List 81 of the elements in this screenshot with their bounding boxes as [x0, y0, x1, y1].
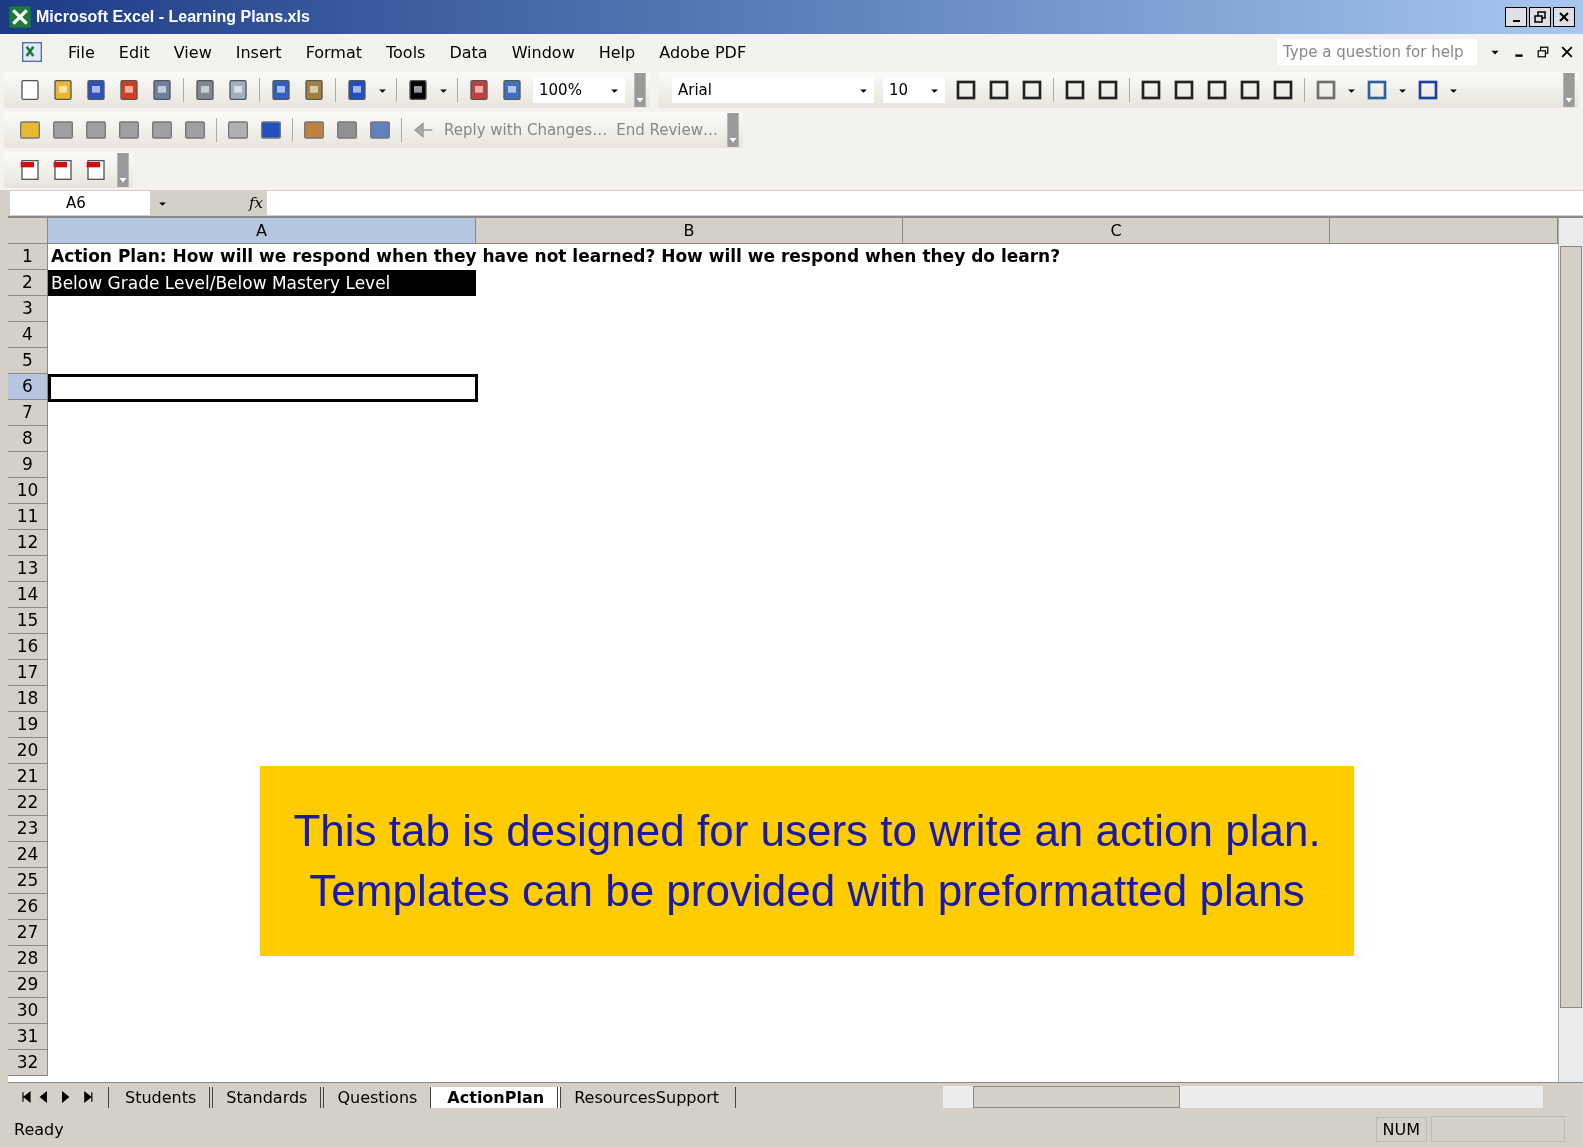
formula-field[interactable] [267, 191, 1583, 215]
row-header[interactable]: 27 [8, 920, 48, 946]
row-header[interactable]: 23 [8, 816, 48, 842]
menu-item[interactable]: Format [305, 42, 362, 62]
row-header[interactable]: 8 [8, 426, 48, 452]
menu-item[interactable]: Window [511, 42, 575, 62]
row-header[interactable]: 1 [8, 244, 48, 270]
row-header[interactable]: 22 [8, 790, 48, 816]
spreadsheet-icon [8, 5, 32, 29]
sheet-tab[interactable]: Standards [209, 1086, 325, 1108]
zoom-dropdown[interactable]: 100% [533, 77, 625, 103]
menu-item[interactable]: Tools [386, 42, 426, 62]
row-header[interactable]: 14 [8, 582, 48, 608]
status-indicator: NUM [1375, 1116, 1427, 1142]
restore-icon[interactable] [1537, 46, 1549, 58]
row-header[interactable]: 13 [8, 556, 48, 582]
menu-item[interactable]: Adobe PDF [659, 42, 747, 62]
row-header[interactable]: 2 [8, 270, 48, 296]
restore-button[interactable] [1529, 7, 1551, 27]
status-text: Ready [14, 1119, 64, 1139]
row-header[interactable]: 31 [8, 1024, 48, 1050]
row-header[interactable]: 10 [8, 478, 48, 504]
minimize-icon [1512, 20, 1520, 22]
row-header[interactable]: 25 [8, 868, 48, 894]
column-header[interactable]: C [903, 218, 1330, 244]
row-header[interactable]: 16 [8, 634, 48, 660]
insert-function-button[interactable]: fx [245, 194, 267, 212]
row-header[interactable]: 19 [8, 712, 48, 738]
row-header[interactable]: 11 [8, 504, 48, 530]
minimize-button[interactable] [1505, 7, 1527, 27]
row-header[interactable]: 26 [8, 894, 48, 920]
close-button[interactable] [1553, 7, 1575, 27]
row-header[interactable]: 29 [8, 972, 48, 998]
row-header[interactable]: 9 [8, 452, 48, 478]
callout-text: This tab is designed for users to write an action plan. [293, 806, 1321, 856]
spreadsheet-icon[interactable] [20, 40, 44, 64]
font-size-dropdown[interactable]: 10 [883, 77, 945, 103]
row-header[interactable]: 7 [8, 400, 48, 426]
toolbar-options-icon[interactable] [634, 73, 646, 107]
menu-item[interactable]: Edit [118, 42, 150, 62]
toolbar-options-icon[interactable] [117, 153, 129, 187]
menu-item[interactable]: View [173, 42, 212, 62]
window-title: Microsoft Excel - Learning Plans.xls [36, 8, 310, 26]
restore-icon [1534, 11, 1546, 23]
menu-item[interactable]: Help [598, 42, 636, 62]
row-header[interactable]: 21 [8, 764, 48, 790]
close-icon [1558, 11, 1570, 23]
font-dropdown[interactable]: Arial [672, 77, 874, 103]
row-header[interactable]: 32 [8, 1050, 48, 1076]
reply-with-changes-label: Reply with Changes… [444, 121, 608, 139]
table-cell: Action Plan: How will we respond when they have not learned? How will we respond when they do learn? [51, 246, 1061, 266]
sheet-tab[interactable]: Students [108, 1086, 214, 1108]
table-cell: Below Grade Level/Below Mastery Level [48, 270, 476, 296]
vertical-scrollbar[interactable] [1558, 218, 1583, 1082]
menu-item[interactable]: Data [449, 42, 488, 62]
row-header[interactable]: 6 [8, 374, 48, 400]
row-header[interactable]: 3 [8, 296, 48, 322]
toolbar-options-icon[interactable] [726, 113, 739, 147]
close-icon[interactable] [1561, 46, 1573, 58]
row-header[interactable]: 15 [8, 608, 48, 634]
row-header[interactable]: 5 [8, 348, 48, 374]
row-header[interactable]: 4 [8, 322, 48, 348]
row-header[interactable]: 28 [8, 946, 48, 972]
sheet-tab[interactable]: ResourcesSupport [557, 1086, 737, 1108]
name-box[interactable]: A6 [10, 191, 150, 215]
row-header[interactable]: 20 [8, 738, 48, 764]
sheet-tab[interactable]: ActionPlan [430, 1086, 562, 1108]
toolbar-options-icon[interactable] [1563, 73, 1575, 107]
menu-item[interactable]: File [68, 42, 95, 62]
row-header[interactable]: 12 [8, 530, 48, 556]
row-header[interactable]: 24 [8, 842, 48, 868]
column-header[interactable]: A [48, 218, 476, 244]
active-cell[interactable] [48, 374, 478, 402]
row-header[interactable]: 17 [8, 660, 48, 686]
column-header[interactable]: B [476, 218, 903, 244]
end-review-label: End Review… [616, 121, 718, 139]
row-header[interactable]: 18 [8, 686, 48, 712]
horizontal-scrollbar[interactable] [943, 1086, 1543, 1108]
row-header[interactable]: 30 [8, 998, 48, 1024]
callout-text: Templates can be provided with preformatted plans [309, 866, 1305, 916]
menu-item[interactable]: Insert [235, 42, 282, 62]
